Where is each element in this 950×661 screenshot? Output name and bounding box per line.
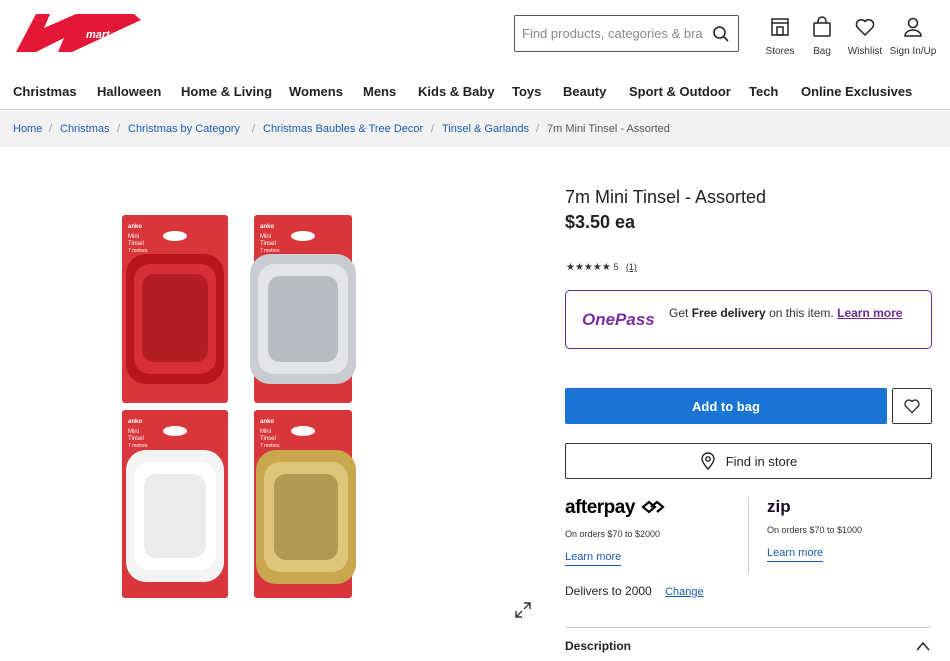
main-nav: Christmas Halloween Home & Living Womens… bbox=[0, 84, 950, 104]
rating-value: 5 bbox=[613, 262, 619, 272]
location-pin-icon bbox=[701, 452, 715, 470]
svg-text:Tinsel: Tinsel bbox=[260, 241, 276, 247]
svg-text:7 metres: 7 metres bbox=[260, 248, 280, 254]
bag-icon bbox=[813, 16, 831, 37]
zip-logo: zip bbox=[767, 497, 791, 516]
rating-stars: ★★★★★ bbox=[566, 262, 611, 273]
search-icon[interactable] bbox=[712, 25, 730, 43]
wishlist-label: Wishlist bbox=[847, 46, 883, 57]
svg-text:Mini: Mini bbox=[128, 429, 139, 435]
afterpay-arrows-icon bbox=[640, 500, 665, 514]
nav-tech[interactable]: Tech bbox=[749, 84, 778, 99]
nav-toys[interactable]: Toys bbox=[512, 84, 541, 99]
rating-summary[interactable]: ★★★★★ 5 (1) bbox=[566, 262, 637, 273]
breadcrumb-christmas-by-category[interactable]: Christmas by Category bbox=[128, 123, 240, 135]
heart-icon bbox=[904, 399, 920, 414]
onepass-logo: OnePass bbox=[582, 310, 655, 329]
nav-womens[interactable]: Womens bbox=[289, 84, 343, 99]
section-divider bbox=[565, 627, 932, 628]
find-in-store-label: Find in store bbox=[725, 453, 798, 469]
store-icon bbox=[771, 18, 789, 36]
heart-icon bbox=[855, 19, 875, 37]
search-input[interactable] bbox=[515, 26, 703, 41]
onepass-banner: OnePass Get Free delivery on this item. … bbox=[565, 290, 932, 349]
kmart-logo[interactable]: mart bbox=[16, 12, 146, 56]
breadcrumb-separator: / bbox=[536, 123, 540, 135]
find-in-store-button[interactable]: Find in store bbox=[565, 443, 932, 479]
breadcrumb-separator: / bbox=[49, 123, 53, 135]
nav-sport-outdoor[interactable]: Sport & Outdoor bbox=[629, 84, 731, 99]
nav-home-living[interactable]: Home & Living bbox=[181, 84, 272, 99]
expand-image-icon[interactable] bbox=[514, 601, 532, 619]
breadcrumb-current: 7m Mini Tinsel - Assorted bbox=[547, 123, 670, 135]
product-price: $3.50 ea bbox=[565, 212, 636, 232]
breadcrumb-home[interactable]: Home bbox=[13, 123, 42, 135]
afterpay-logo: afterpay bbox=[565, 497, 740, 519]
svg-text:anko: anko bbox=[128, 419, 142, 425]
afterpay-panel: afterpay On orders $70 to $2000 Learn mo… bbox=[565, 497, 740, 566]
svg-text:Tinsel: Tinsel bbox=[128, 436, 144, 442]
product-image[interactable]: anko Mini Tinsel 7 metres anko Mini Tins… bbox=[118, 210, 363, 602]
search-box[interactable] bbox=[514, 15, 739, 52]
svg-text:Tinsel: Tinsel bbox=[260, 436, 276, 442]
svg-text:anko: anko bbox=[260, 419, 274, 425]
payment-divider bbox=[748, 497, 749, 574]
breadcrumb-separator: / bbox=[431, 123, 435, 135]
add-to-bag-button[interactable]: Add to bag bbox=[565, 388, 887, 424]
onepass-message: Get Free delivery on this item. Learn mo… bbox=[669, 306, 903, 320]
afterpay-learn-more-link[interactable]: Learn more bbox=[565, 551, 622, 566]
tinsel-pack-red: anko Mini Tinsel 7 metres bbox=[122, 215, 228, 403]
zip-learn-more-link[interactable]: Learn more bbox=[767, 547, 824, 562]
zip-panel: zip On orders $70 to $1000 Learn more bbox=[767, 497, 937, 562]
svg-text:7 metres: 7 metres bbox=[128, 248, 148, 254]
svg-text:7 metres: 7 metres bbox=[260, 443, 280, 449]
svg-text:anko: anko bbox=[260, 224, 274, 230]
svg-text:Tinsel: Tinsel bbox=[128, 241, 144, 247]
nav-mens[interactable]: Mens bbox=[363, 84, 396, 99]
chevron-up-icon[interactable] bbox=[915, 640, 931, 652]
svg-text:7 metres: 7 metres bbox=[128, 443, 148, 449]
sign-in-label: Sign In/Up bbox=[889, 46, 937, 57]
tinsel-pack-gold: anko Mini Tinsel 7 metres bbox=[254, 410, 356, 598]
product-title: 7m Mini Tinsel - Assorted bbox=[565, 187, 767, 207]
afterpay-terms: On orders $70 to $2000 bbox=[565, 529, 661, 539]
breadcrumb-separator: / bbox=[117, 123, 121, 135]
sign-in-link[interactable]: Sign In/Up bbox=[888, 16, 938, 57]
svg-text:Mini: Mini bbox=[260, 429, 271, 435]
review-count[interactable]: (1) bbox=[626, 262, 637, 272]
nav-beauty[interactable]: Beauty bbox=[563, 84, 606, 99]
breadcrumb-tinsel-garlands[interactable]: Tinsel & Garlands bbox=[442, 123, 529, 135]
user-icon bbox=[904, 17, 922, 37]
zip-terms: On orders $70 to $1000 bbox=[767, 525, 863, 535]
add-to-wishlist-button[interactable] bbox=[892, 388, 932, 424]
nav-christmas[interactable]: Christmas bbox=[13, 84, 77, 99]
onepass-learn-more-link[interactable]: Learn more bbox=[837, 306, 902, 320]
breadcrumb-baubles-tree-decor[interactable]: Christmas Baubles & Tree Decor bbox=[263, 123, 423, 135]
svg-text:Mini: Mini bbox=[128, 234, 139, 240]
breadcrumb: Home / Christmas / Christmas by Category… bbox=[0, 111, 950, 147]
tinsel-pack-white: anko Mini Tinsel 7 metres bbox=[122, 410, 228, 598]
delivery-info: Delivers to 2000 Change bbox=[565, 584, 704, 598]
logo-text: mart bbox=[86, 29, 111, 41]
nav-online-exclusives[interactable]: Online Exclusives bbox=[801, 84, 912, 99]
wishlist-link[interactable]: Wishlist bbox=[840, 16, 890, 57]
svg-text:Mini: Mini bbox=[260, 234, 271, 240]
tinsel-pack-silver: anko Mini Tinsel 7 metres bbox=[250, 215, 356, 403]
description-heading[interactable]: Description bbox=[565, 639, 631, 653]
change-postcode-link[interactable]: Change bbox=[665, 586, 704, 598]
breadcrumb-christmas[interactable]: Christmas bbox=[60, 123, 110, 135]
site-header: mart Stores Bag Wishlist bbox=[0, 0, 950, 110]
delivery-postcode: Delivers to 2000 bbox=[565, 584, 652, 598]
svg-text:anko: anko bbox=[128, 224, 142, 230]
breadcrumb-separator: / bbox=[252, 123, 256, 135]
nav-kids-baby[interactable]: Kids & Baby bbox=[418, 84, 495, 99]
nav-halloween[interactable]: Halloween bbox=[97, 84, 161, 99]
